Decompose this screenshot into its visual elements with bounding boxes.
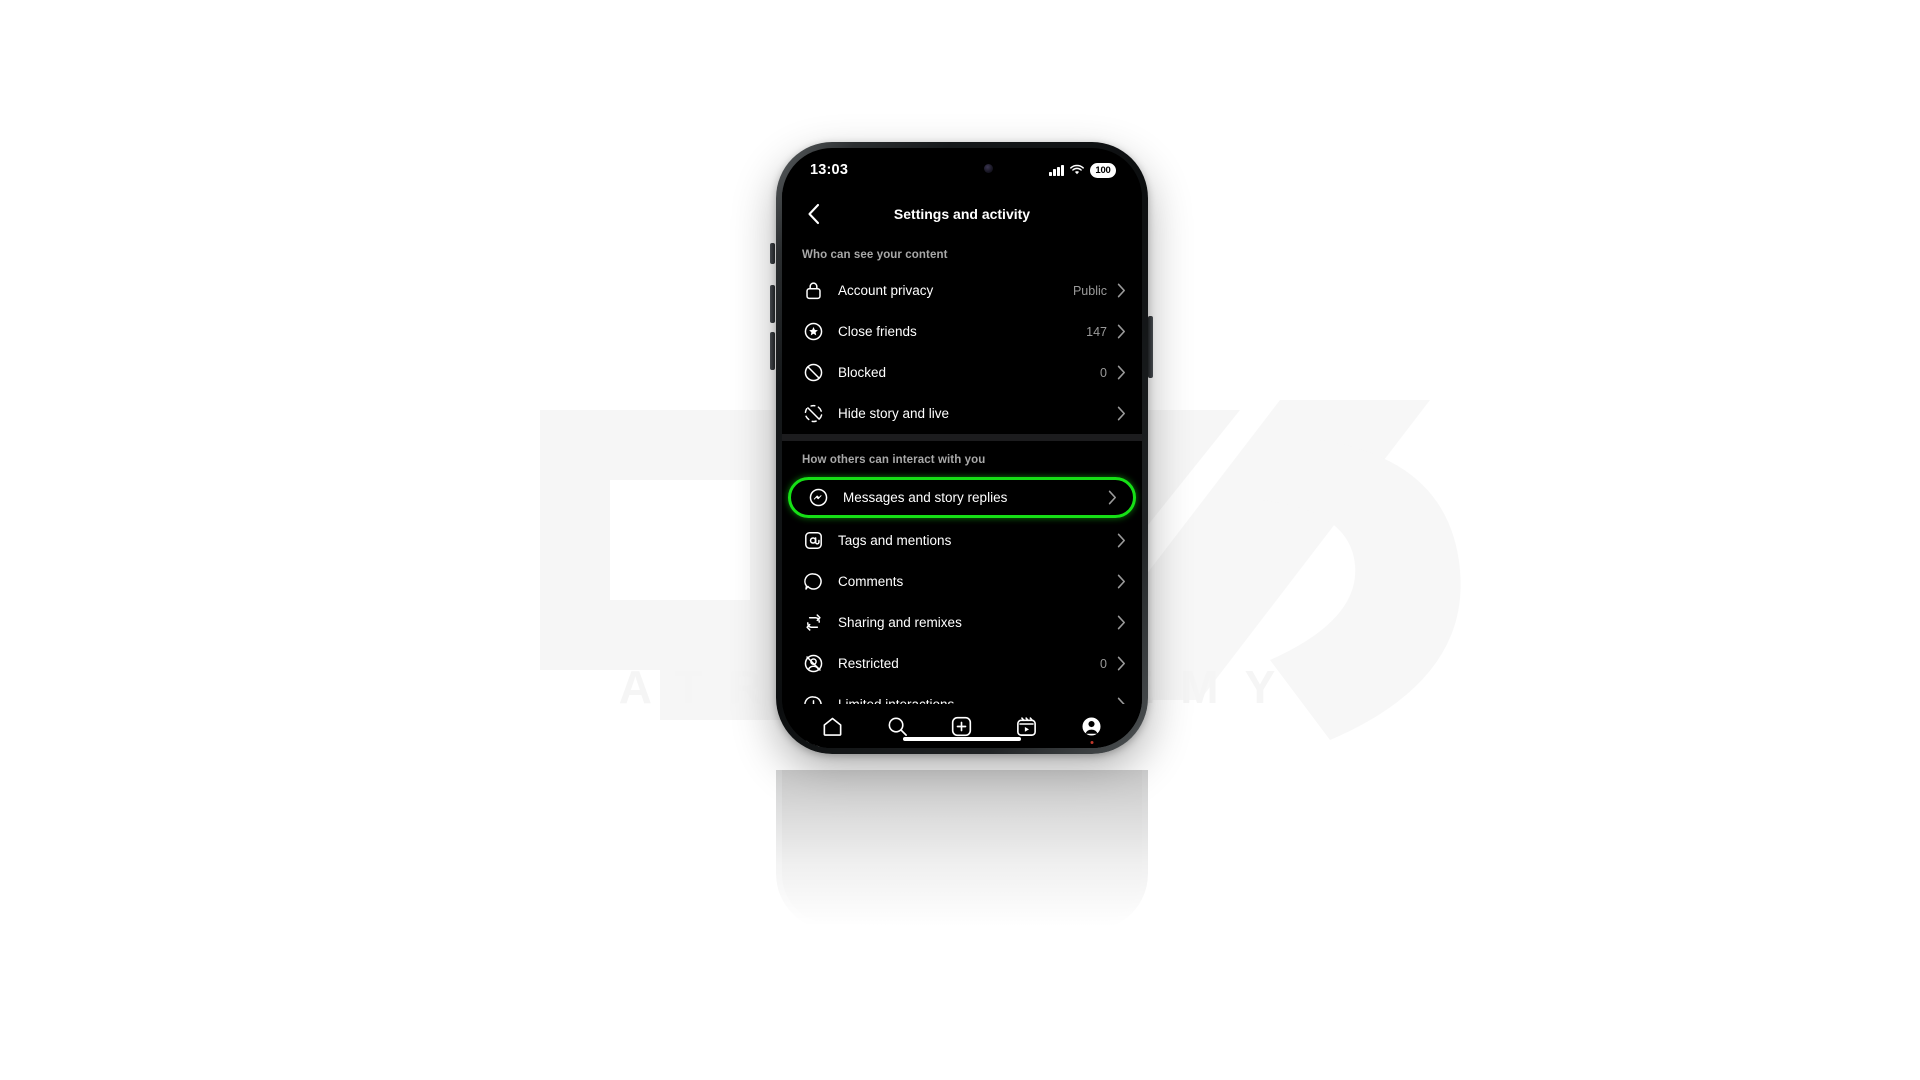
chevron-right-icon [1117,283,1126,298]
status-bar-time: 13:03 [810,162,849,178]
dynamic-island [918,156,1006,181]
phone-device: 13:03 100 Settings and activity Who can … [776,142,1148,754]
profile-icon [1082,716,1101,736]
chevron-right-icon [1117,365,1126,380]
block-icon [802,362,824,384]
battery-level: 100 [1095,164,1111,176]
tab-home[interactable] [800,715,865,738]
screenshot-canvas: ATRO ACADEMY 13:03 100 [0,0,1920,1080]
settings-row-comments[interactable]: Comments [782,561,1142,602]
tab-profile[interactable] [1059,715,1124,744]
status-bar: 13:03 100 [782,148,1142,192]
settings-row-close-friends[interactable]: Close friends 147 [782,311,1142,352]
settings-list[interactable]: Who can see your content Account privacy P… [782,236,1142,748]
home-icon [823,717,842,736]
power-button[interactable] [1148,316,1153,378]
settings-row-sharing-and-remixes[interactable]: Sharing and remixes [782,602,1142,643]
settings-row-value: 147 [1086,324,1107,339]
bottom-tab-bar [782,704,1142,748]
page-title: Settings and activity [893,206,1031,222]
chevron-right-icon [1117,324,1126,339]
chevron-right-icon [1117,406,1126,421]
messenger-icon [807,487,829,509]
section-title: How others can interact with you [802,454,986,466]
battery-icon: 100 [1090,162,1116,178]
settings-row-value: 0 [1100,365,1107,380]
comment-icon [802,571,824,593]
section-separator [782,434,1142,441]
settings-row-label: Restricted [838,656,899,671]
wifi-icon [1070,164,1084,175]
settings-row-value: Public [1072,283,1107,298]
volume-up-button[interactable] [770,285,775,323]
lock-icon [802,280,824,302]
settings-row-hide-story-and-live[interactable]: Hide story and live [782,393,1142,434]
silent-switch[interactable] [770,243,775,264]
settings-row-label: Close friends [838,324,917,339]
restricted-icon [802,653,824,675]
settings-row-blocked[interactable]: Blocked 0 [782,352,1142,393]
tab-reels[interactable] [994,715,1059,738]
settings-row-account-privacy[interactable]: Account privacy Public [782,270,1142,311]
search-icon [888,717,907,736]
settings-row-messages-and-story-replies[interactable]: Messages and story replies [788,477,1136,518]
tab-search[interactable] [865,715,930,738]
settings-row-restricted[interactable]: Restricted 0 [782,643,1142,684]
settings-row-label: Sharing and remixes [838,615,962,630]
profile-badge-dot [1090,740,1094,744]
add-icon [952,716,972,736]
cellular-signal-icon [1049,164,1064,176]
at-sign-icon [802,530,824,552]
settings-row-label: Comments [838,574,904,589]
nav-header: Settings and activity [782,192,1142,236]
home-indicator[interactable] [903,736,1021,741]
phone-screen: 13:03 100 Settings and activity Who can … [782,148,1142,748]
star-circle-icon [802,321,824,343]
chevron-right-icon [1117,656,1126,671]
tab-create[interactable] [930,715,995,738]
reflection-fade [776,770,1148,940]
settings-row-label: Hide story and live [838,406,950,421]
chevron-right-icon [1117,574,1126,589]
settings-row-label: Tags and mentions [838,533,952,548]
settings-row-value: 0 [1100,656,1107,671]
hide-story-icon [802,403,824,425]
chevron-right-icon [1117,615,1126,630]
chevron-left-icon [807,203,819,225]
section-title: Who can see your content [802,249,948,261]
remix-icon [802,612,824,634]
chevron-right-icon [1108,490,1117,505]
settings-row-label: Blocked [838,365,887,380]
chevron-right-icon [1117,533,1126,548]
settings-row-label: Account privacy [838,283,934,298]
volume-down-button[interactable] [770,332,775,370]
reels-icon [1017,716,1037,736]
phone-reflection [776,770,1148,930]
settings-row-label: Messages and story replies [843,490,1008,505]
back-button[interactable] [798,199,828,229]
settings-row-tags-and-mentions[interactable]: Tags and mentions [782,520,1142,561]
